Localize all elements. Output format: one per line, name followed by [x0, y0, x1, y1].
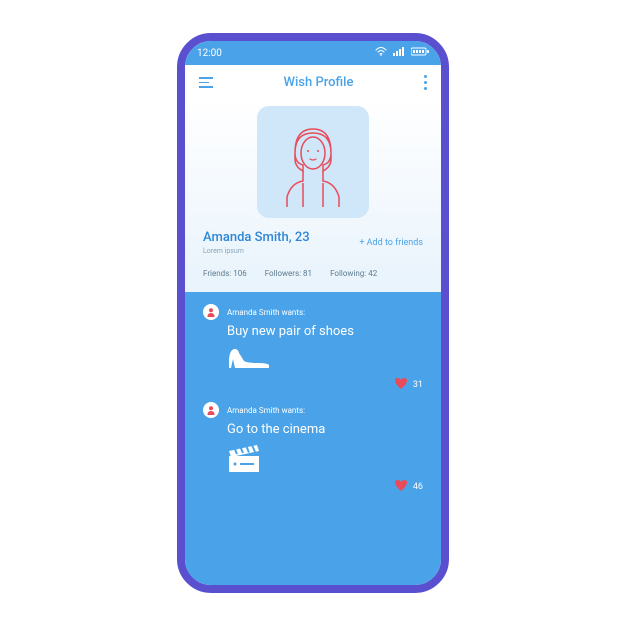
avatar[interactable]	[257, 106, 369, 218]
status-icons	[375, 47, 429, 59]
stat-following[interactable]: Following: 42	[330, 269, 377, 278]
clapper-icon	[227, 443, 423, 477]
stat-followers[interactable]: Followers: 81	[265, 269, 312, 278]
page-title: Wish Profile	[284, 75, 354, 90]
more-icon[interactable]	[424, 75, 427, 90]
signal-icon	[393, 47, 405, 59]
like-count: 31	[413, 380, 423, 390]
wish-item[interactable]: Amanda Smith wants: Go to the cinema 46	[185, 402, 441, 504]
like-count: 46	[413, 482, 423, 492]
battery-icon	[411, 47, 429, 59]
user-avatar-icon	[203, 304, 219, 320]
wifi-icon	[375, 47, 387, 59]
wish-title: Go to the cinema	[227, 422, 423, 437]
phone-frame: 12:00 Wish Profile	[177, 33, 449, 593]
menu-icon[interactable]	[199, 77, 213, 88]
status-bar: 12:00	[185, 41, 441, 65]
avatar-icon	[273, 117, 353, 207]
heart-icon[interactable]	[394, 375, 408, 394]
heart-icon[interactable]	[394, 477, 408, 496]
add-friends-button[interactable]: + Add to friends	[359, 238, 423, 248]
status-time: 12:00	[197, 48, 222, 59]
shoe-icon	[227, 345, 423, 375]
app-header: Wish Profile	[185, 65, 441, 100]
wish-author: Amanda Smith wants:	[227, 406, 305, 415]
profile-name: Amanda Smith, 23	[203, 230, 310, 245]
profile-stats: Friends: 106 Followers: 81 Following: 42	[203, 269, 423, 278]
profile-section: Amanda Smith, 23 Lorem ipsum + Add to fr…	[185, 100, 441, 292]
wish-title: Buy new pair of shoes	[227, 324, 423, 339]
stat-friends[interactable]: Friends: 106	[203, 269, 247, 278]
profile-subtitle: Lorem ipsum	[203, 247, 310, 255]
wishes-list: Amanda Smith wants: Buy new pair of shoe…	[185, 292, 441, 585]
user-avatar-icon	[203, 402, 219, 418]
wish-author: Amanda Smith wants:	[227, 308, 305, 317]
wish-item[interactable]: Amanda Smith wants: Buy new pair of shoe…	[185, 304, 441, 402]
